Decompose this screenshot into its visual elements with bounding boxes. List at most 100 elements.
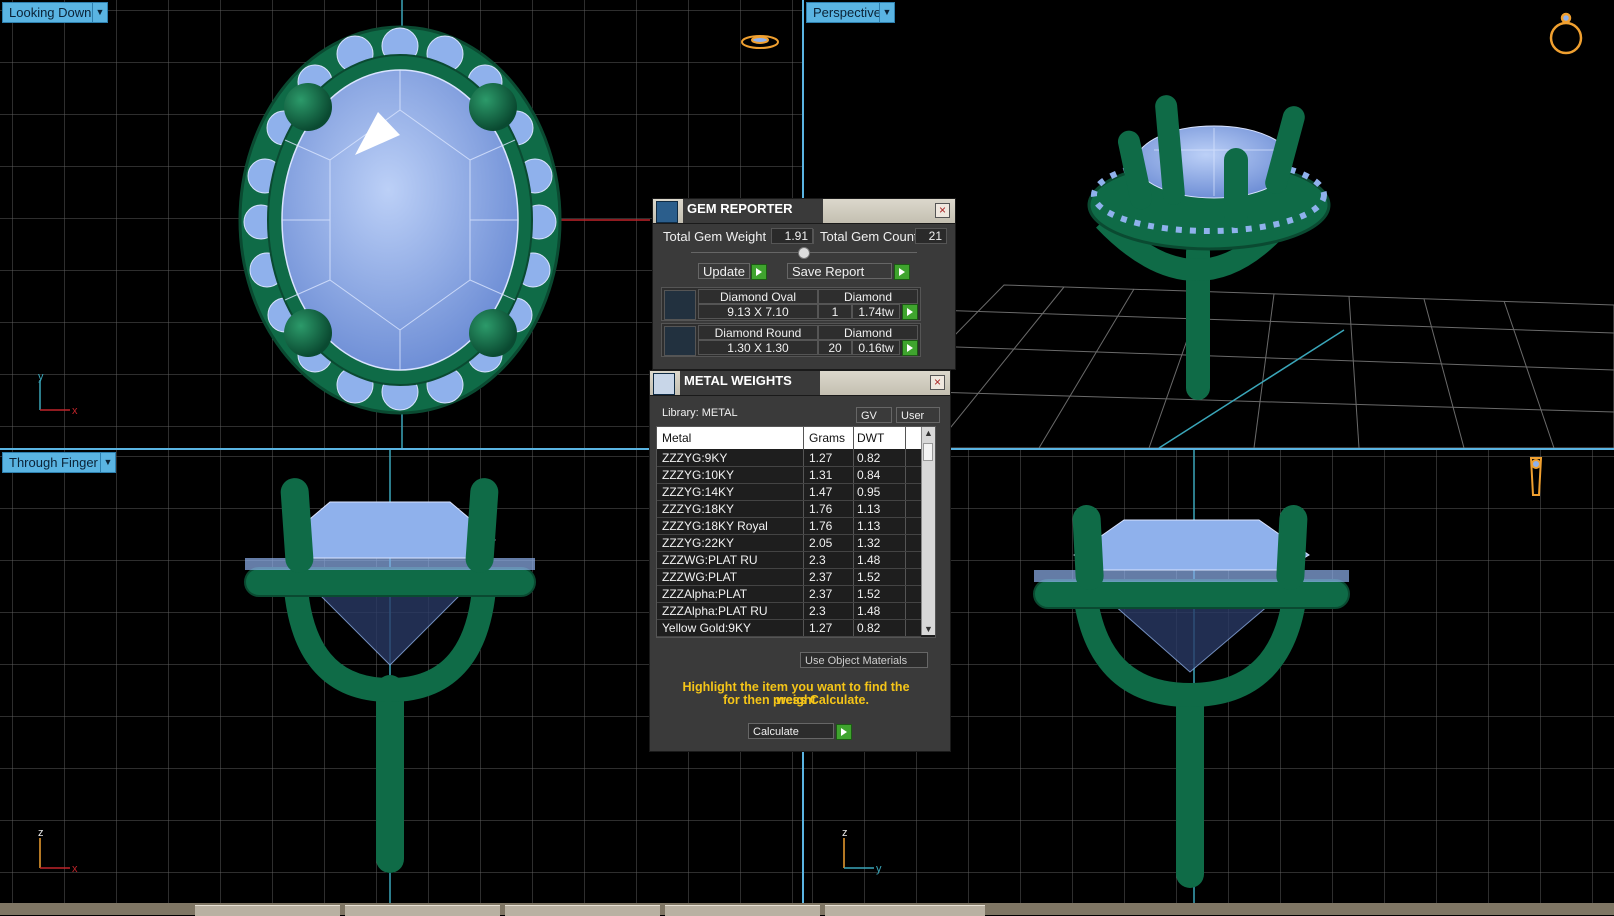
taskbar-button[interactable] [825, 905, 985, 916]
svg-text:x: x [72, 863, 78, 875]
column-header-metal[interactable]: Metal [662, 431, 691, 445]
metal-name-cell: ZZZYG:18KY [662, 502, 735, 516]
scroll-down-icon[interactable]: ▼ [924, 624, 933, 634]
viewport-label-through-finger[interactable]: Through Finger [2, 452, 105, 473]
splitter-handle-icon[interactable] [798, 247, 810, 259]
gem-weight: 1.74tw [852, 304, 900, 319]
gem-name: Diamond Oval [698, 289, 818, 304]
dwt-cell: 1.48 [857, 553, 881, 567]
dwt-cell: 0.95 [857, 485, 881, 499]
metal-name-cell: ZZZYG:9KY [662, 451, 728, 465]
svg-text:z: z [38, 827, 44, 839]
dwt-cell: 1.52 [857, 587, 881, 601]
metal-name-cell: ZZZYG:18KY Royal [662, 519, 768, 533]
oval-gem-thumbnail-icon [664, 290, 696, 320]
table-row[interactable]: ZZZYG:14KY 1.47 0.95 [657, 484, 921, 501]
close-icon[interactable]: × [930, 375, 945, 390]
gem-material: Diamond [818, 289, 918, 304]
dwt-cell: 0.82 [857, 621, 881, 635]
taskbar-button[interactable] [345, 905, 500, 916]
use-object-materials-toggle[interactable]: Use Object Materials [800, 652, 928, 668]
update-button[interactable]: Update [698, 263, 750, 279]
metal-weights-title: METAL WEIGHTS [680, 371, 820, 395]
chevron-down-icon[interactable]: ▼ [100, 452, 116, 473]
taskbar-button[interactable] [195, 905, 340, 916]
gem-reporter-panel: GEM REPORTER × Total Gem Weight 1.91 Tot… [652, 198, 956, 370]
grams-cell: 1.47 [809, 485, 833, 499]
gem-reporter-titlebar[interactable]: GEM REPORTER × [653, 199, 955, 224]
save-report-button[interactable]: Save Report [787, 263, 892, 279]
library-label: Library: METAL [662, 407, 738, 419]
svg-text:y: y [38, 371, 44, 383]
metal-weights-titlebar[interactable]: METAL WEIGHTS × [650, 371, 950, 396]
round-gem-thumbnail-icon [664, 326, 696, 356]
gem-count: 1 [818, 304, 852, 319]
dwt-cell: 1.52 [857, 570, 881, 584]
gem-reporter-title: GEM REPORTER [683, 199, 823, 223]
metal-name-cell: ZZZYG:22KY [662, 536, 735, 550]
gem-row-round[interactable]: Diamond Round Diamond 1.30 X 1.30 20 0.1… [661, 323, 921, 357]
metal-weights-panel: METAL WEIGHTS × Library: METAL GV User M… [649, 370, 951, 752]
column-header-dwt[interactable]: DWT [857, 431, 884, 445]
table-row[interactable]: ZZZWG:PLAT RU 2.3 1.48 [657, 552, 921, 569]
gem-row-oval[interactable]: Diamond Oval Diamond 9.13 X 7.10 1 1.74t… [661, 287, 921, 321]
user-toggle[interactable]: User [896, 407, 940, 423]
grams-cell: 1.27 [809, 451, 833, 465]
grams-cell: 1.76 [809, 519, 833, 533]
update-go-icon[interactable] [751, 264, 767, 280]
dwt-cell: 1.32 [857, 536, 881, 550]
table-row[interactable]: ZZZYG:22KY 2.05 1.32 [657, 535, 921, 552]
taskbar-button[interactable] [665, 905, 820, 916]
grams-cell: 2.37 [809, 587, 833, 601]
metal-name-cell: ZZZAlpha:PLAT [662, 587, 748, 601]
chevron-down-icon[interactable]: ▼ [879, 2, 895, 23]
table-row[interactable]: ZZZYG:10KY 1.31 0.84 [657, 467, 921, 484]
svg-text:z: z [842, 827, 848, 839]
metal-name-cell: ZZZWG:PLAT [662, 570, 738, 584]
hint-text-line2: for then press Calculate. [723, 693, 869, 707]
table-row[interactable]: ZZZWG:PLAT 2.37 1.52 [657, 569, 921, 586]
table-scrollbar[interactable]: ▲ ▼ [921, 427, 935, 635]
scroll-up-icon[interactable]: ▲ [924, 428, 933, 438]
metal-weights-table: Metal Grams DWT ZZZYG:9KY 1.27 0.82 ZZZYG:1… [656, 426, 936, 638]
metal-weights-icon [653, 373, 675, 395]
gem-row-go-icon[interactable] [902, 340, 918, 356]
total-gem-weight-label: Total Gem Weight [663, 229, 767, 244]
grams-cell: 1.27 [809, 621, 833, 635]
gv-toggle[interactable]: GV [856, 407, 892, 423]
gem-name: Diamond Round [698, 325, 818, 340]
total-gem-weight-value: 1.91 [771, 228, 813, 244]
chevron-down-icon[interactable]: ▼ [92, 2, 108, 23]
grams-cell: 2.37 [809, 570, 833, 584]
calculate-go-icon[interactable] [836, 724, 852, 740]
taskbar-button[interactable] [505, 905, 660, 916]
gem-weight: 0.16tw [852, 340, 900, 355]
gem-size: 9.13 X 7.10 [698, 304, 818, 319]
table-row[interactable]: ZZZYG:18KY 1.76 1.13 [657, 501, 921, 518]
table-row[interactable]: ZZZAlpha:PLAT 2.37 1.52 [657, 586, 921, 603]
table-row[interactable]: ZZZAlpha:PLAT RU 2.3 1.48 [657, 603, 921, 620]
dwt-cell: 1.48 [857, 604, 881, 618]
save-report-dropdown-icon[interactable] [894, 264, 910, 280]
dwt-cell: 0.82 [857, 451, 881, 465]
table-row[interactable]: Yellow Gold:9KY 1.27 0.82 [657, 620, 921, 637]
gem-row-go-icon[interactable] [902, 304, 918, 320]
grams-cell: 2.3 [809, 604, 826, 618]
dwt-cell: 1.13 [857, 519, 881, 533]
column-header-grams[interactable]: Grams [809, 431, 845, 445]
viewport-label-perspective[interactable]: Perspective [806, 2, 888, 23]
total-gem-count-value: 21 [915, 228, 947, 244]
dwt-cell: 1.13 [857, 502, 881, 516]
table-row[interactable]: ZZZYG:18KY Royal 1.76 1.13 [657, 518, 921, 535]
gem-count: 20 [818, 340, 852, 355]
svg-text:y: y [876, 863, 882, 875]
taskbar [0, 903, 1614, 916]
metal-name-cell: Yellow Gold:9KY [662, 621, 751, 635]
dwt-cell: 0.84 [857, 468, 881, 482]
scrollbar-thumb[interactable] [923, 443, 933, 461]
table-row[interactable]: ZZZYG:9KY 1.27 0.82 [657, 450, 921, 467]
calculate-button[interactable]: Calculate [748, 723, 834, 739]
close-icon[interactable]: × [935, 203, 950, 218]
gem-size: 1.30 X 1.30 [698, 340, 818, 355]
viewport-label-looking-down[interactable]: Looking Down [2, 2, 99, 23]
